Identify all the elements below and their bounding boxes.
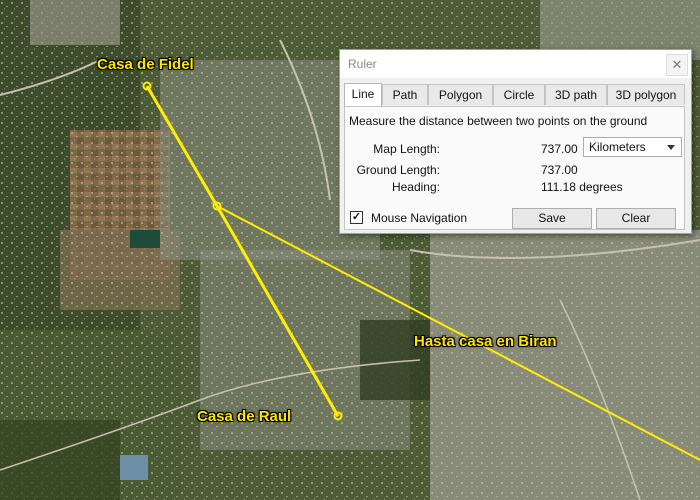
- heading-label: Heading:: [391, 180, 440, 194]
- ruler-titlebar[interactable]: Ruler ✕: [340, 50, 691, 78]
- map-length-label: Map Length:: [373, 142, 440, 156]
- mouse-navigation-checkbox[interactable]: ✓: [350, 211, 363, 224]
- unit-select[interactable]: Kilometers: [583, 137, 682, 157]
- close-icon[interactable]: ✕: [666, 54, 688, 76]
- clear-button[interactable]: Clear: [596, 208, 676, 229]
- chevron-down-icon: [667, 145, 675, 150]
- unit-select-value: Kilometers: [589, 140, 646, 154]
- tab-circle[interactable]: Circle: [493, 84, 545, 105]
- ground-length-label: Ground Length:: [356, 163, 440, 177]
- tab-3d-path[interactable]: 3D path: [545, 84, 607, 105]
- ground-length-value: 737.00: [541, 163, 578, 177]
- ruler-title: Ruler: [348, 57, 377, 71]
- tab-path[interactable]: Path: [382, 84, 428, 105]
- map-length-value: 737.00: [541, 142, 578, 156]
- placemark-label-fidel: Casa de Fidel: [97, 56, 194, 73]
- placemark-label-raul: Casa de Raul: [197, 408, 292, 425]
- heading-value: 111.18 degrees: [541, 180, 623, 194]
- tab-3d-polygon[interactable]: 3D polygon: [607, 84, 685, 105]
- path-label-biran: Hasta casa en Biran: [414, 333, 557, 350]
- ruler-description: Measure the distance between two points …: [349, 114, 648, 128]
- mouse-navigation-label[interactable]: Mouse Navigation: [371, 211, 467, 225]
- tab-line[interactable]: Line: [344, 83, 382, 106]
- save-button[interactable]: Save: [512, 208, 592, 229]
- ruler-dialog: Ruler ✕ Line Path Polygon Circle 3D path…: [339, 49, 692, 234]
- tab-polygon[interactable]: Polygon: [428, 84, 493, 105]
